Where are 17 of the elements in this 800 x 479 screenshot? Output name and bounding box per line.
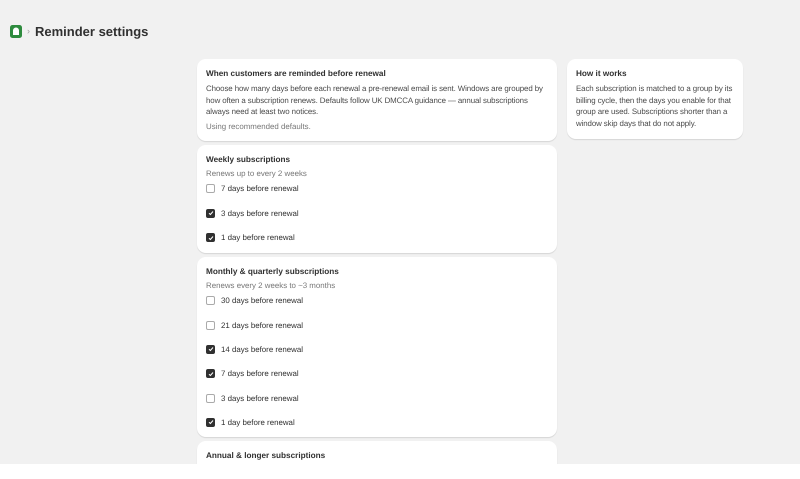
card-title: When customers are reminded before renewal	[206, 69, 387, 78]
card-title: How it works	[576, 69, 628, 78]
checkbox[interactable]	[206, 344, 215, 354]
checkbox[interactable]	[206, 369, 215, 378]
checkbox[interactable]	[206, 233, 215, 242]
checkbox[interactable]	[206, 208, 215, 218]
checkbox[interactable]	[206, 394, 215, 402]
checkbox[interactable]	[206, 296, 215, 306]
group-title: Weekly subscriptions	[206, 154, 292, 164]
group-title: Monthly & quarterly subscriptions	[206, 266, 340, 276]
app-icon	[10, 24, 22, 38]
group-title: Annual & longer subscriptions	[206, 451, 326, 460]
page-title: Reminder settings	[35, 24, 148, 38]
checkbox[interactable]	[206, 184, 215, 194]
breadcrumb-separator: ›	[27, 26, 30, 36]
checkbox[interactable]	[206, 320, 215, 330]
checkbox[interactable]	[206, 418, 215, 427]
